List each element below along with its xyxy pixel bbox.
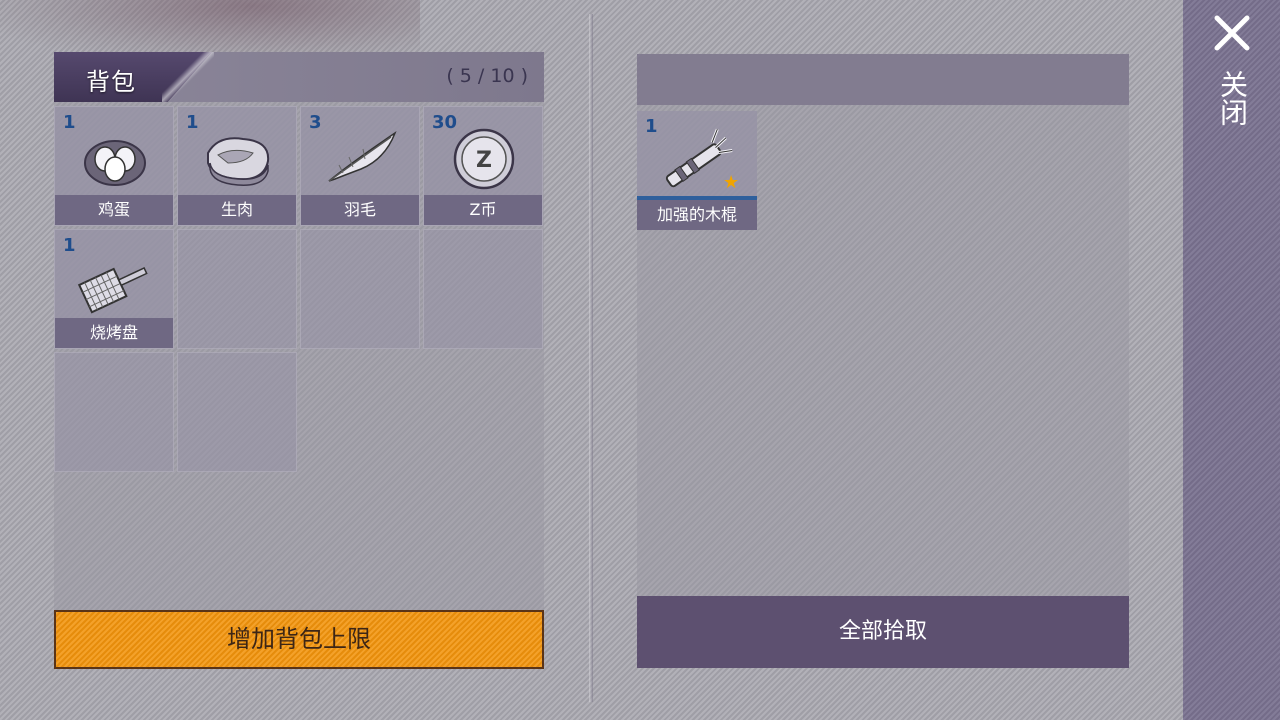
- item-count: 1: [63, 235, 76, 256]
- feather-icon: [328, 131, 397, 182]
- bag-slot-z-coin[interactable]: 30 Z Z币: [423, 106, 543, 226]
- bag-slot-empty[interactable]: [177, 352, 297, 472]
- z-coin-icon: Z: [453, 128, 515, 190]
- collect-all-button[interactable]: 全部拾取: [637, 596, 1129, 668]
- bag-slot-empty[interactable]: [300, 229, 420, 349]
- eggs-icon: [84, 140, 146, 186]
- coin-letter: Z: [476, 148, 492, 173]
- bag-slot-feather[interactable]: 3 羽毛: [300, 106, 420, 226]
- close-label[interactable]: 关闭: [1215, 70, 1249, 126]
- item-count: 1: [186, 112, 199, 133]
- bag-slot-empty[interactable]: [54, 352, 174, 472]
- loot-header: [637, 54, 1129, 105]
- item-name: 烧烤盘: [55, 318, 173, 348]
- grill-pan-icon: [77, 267, 148, 314]
- bag-title: 背包: [86, 68, 136, 96]
- bag-panel: 背包 ( 5 / 10 ) 1 鸡蛋 1 生肉 3 羽毛 30 Z Z币 1 烧…: [54, 52, 544, 669]
- title-decoration: [162, 52, 214, 102]
- item-name: 加强的木棍: [637, 200, 757, 230]
- background-art: [0, 0, 420, 60]
- loot-panel: 1 ★ 加强的木棍 全部拾取: [637, 54, 1129, 668]
- bag-slot-empty[interactable]: [423, 229, 543, 349]
- bag-slot-raw-meat[interactable]: 1 生肉: [177, 106, 297, 226]
- bag-header: 背包 ( 5 / 10 ): [54, 52, 544, 102]
- raw-meat-icon: [207, 137, 270, 186]
- item-count: 3: [309, 112, 322, 133]
- bag-slot-grill-pan[interactable]: 1 烧烤盘: [54, 229, 174, 349]
- item-name: 鸡蛋: [55, 195, 173, 225]
- expand-bag-button[interactable]: 增加背包上限: [54, 610, 544, 669]
- item-count: 1: [63, 112, 76, 133]
- star-icon: ★: [723, 172, 740, 193]
- item-name: 生肉: [178, 195, 296, 225]
- bag-slot-eggs[interactable]: 1 鸡蛋: [54, 106, 174, 226]
- bag-slot-empty[interactable]: [177, 229, 297, 349]
- close-icon[interactable]: [1213, 14, 1251, 52]
- bag-capacity: ( 5 / 10 ): [446, 65, 528, 87]
- item-count: 1: [645, 116, 658, 137]
- item-name: Z币: [424, 195, 542, 225]
- loot-slot-reinforced-stick[interactable]: 1 ★ 加强的木棍: [637, 111, 757, 230]
- side-bar: 关闭: [1183, 0, 1280, 720]
- panel-divider: [589, 14, 593, 702]
- item-name: 羽毛: [301, 195, 419, 225]
